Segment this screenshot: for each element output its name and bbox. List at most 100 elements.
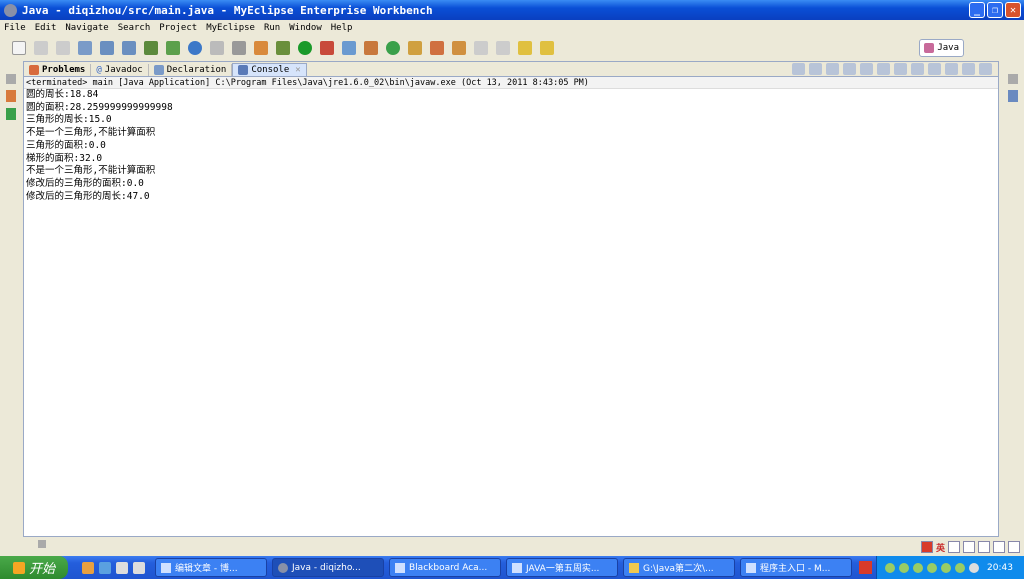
globe-icon[interactable] (188, 40, 202, 55)
tray-icon[interactable] (899, 562, 909, 573)
sogou-icon[interactable] (920, 541, 933, 553)
task-button[interactable]: Blackboard Aca... (389, 558, 501, 577)
tool-icon[interactable] (342, 40, 356, 55)
save-icon[interactable] (34, 40, 48, 55)
print-icon[interactable] (56, 40, 70, 55)
taskbar: 开始 编辑文章 - 博... Java - diqizho... Blackbo… (0, 556, 1024, 579)
deploy-icon[interactable] (100, 40, 114, 55)
tab-javadoc[interactable]: @ Javadoc (91, 64, 149, 76)
web-icon[interactable] (78, 40, 92, 55)
task-button[interactable]: JAVA一第五周实... (506, 558, 618, 577)
open-console-icon[interactable] (945, 63, 958, 75)
scroll-lock-icon[interactable] (860, 63, 873, 75)
quick-launch-icon[interactable] (133, 561, 145, 574)
task-button[interactable]: Java - diqizho... (272, 558, 384, 577)
ime-mode[interactable]: 英 (936, 541, 945, 554)
ime-icon[interactable] (993, 541, 1005, 553)
keyboard-icon[interactable] (978, 541, 990, 553)
menu-navigate[interactable]: Navigate (65, 23, 108, 33)
title-bar: Java - diqizhou/src/main.java - MyEclips… (0, 0, 1024, 20)
windows-logo-icon (12, 561, 25, 574)
tool-icon[interactable] (364, 40, 378, 55)
declaration-icon (153, 65, 164, 75)
quick-launch-icon[interactable] (116, 561, 128, 574)
debug-icon[interactable] (276, 40, 290, 55)
minimize-view-icon[interactable] (962, 63, 975, 75)
run-icon[interactable] (298, 40, 312, 55)
tool-icon[interactable] (232, 40, 246, 55)
tray-icon[interactable] (885, 562, 895, 573)
tool-icon[interactable] (386, 40, 400, 55)
ime-icon[interactable] (963, 541, 975, 553)
task-button[interactable]: 编辑文章 - 博... (155, 558, 267, 577)
server-icon[interactable] (122, 40, 136, 55)
quick-launch (82, 561, 145, 574)
close-button[interactable]: ✕ (1005, 2, 1021, 18)
tray-icon[interactable] (941, 562, 951, 573)
rocket-icon[interactable] (430, 40, 444, 55)
menu-myeclipse[interactable]: MyEclipse (206, 23, 255, 33)
restore-icon[interactable] (6, 74, 16, 84)
outline-icon[interactable] (6, 108, 16, 120)
console-output[interactable]: 圆的周长:18.84 圆的面积:28.259999999999998 三角形的周… (24, 89, 998, 203)
perspective-java[interactable]: Java (919, 39, 964, 57)
menu-file[interactable]: File (4, 23, 26, 33)
tool-icon[interactable] (496, 40, 510, 55)
at-icon: @ (96, 65, 102, 75)
menu-help[interactable]: Help (331, 23, 353, 33)
pin-console-icon[interactable] (911, 63, 924, 75)
tool-icon[interactable] (474, 40, 488, 55)
tab-declaration[interactable]: Declaration (149, 64, 233, 76)
back-icon[interactable] (518, 40, 532, 55)
java-perspective-icon (924, 43, 935, 53)
tool-icon[interactable] (210, 40, 224, 55)
open-folder-icon[interactable] (408, 40, 422, 55)
hierarchy-icon[interactable] (6, 90, 16, 102)
new-package-icon[interactable] (144, 40, 158, 55)
start-button[interactable]: 开始 (0, 556, 68, 579)
show-stderr-icon[interactable] (894, 63, 907, 75)
tray-icon[interactable] (955, 562, 965, 573)
forward-icon[interactable] (540, 40, 554, 55)
view-tabs: Problems @ Javadoc Declaration Console ✕ (24, 62, 998, 77)
sogou-icon[interactable] (859, 561, 872, 574)
task-button[interactable]: 程序主入口 - M... (740, 558, 852, 577)
tray-icon[interactable] (927, 562, 937, 573)
remove-all-icon[interactable] (826, 63, 839, 75)
ime-icon[interactable] (948, 541, 960, 553)
maximize-button[interactable]: ❐ (987, 2, 1003, 18)
minimize-button[interactable]: _ (969, 2, 985, 18)
terminate-icon[interactable] (792, 63, 805, 75)
clear-console-icon[interactable] (843, 63, 856, 75)
menu-edit[interactable]: Edit (35, 23, 57, 33)
tab-problems[interactable]: Problems (24, 64, 92, 76)
external-tools-icon[interactable] (320, 40, 334, 55)
tab-console[interactable]: Console ✕ (232, 63, 307, 76)
task-button[interactable]: G:\Java第二次\... (623, 558, 735, 577)
menu-search[interactable]: Search (118, 23, 151, 33)
maximize-view-icon[interactable] (979, 63, 992, 75)
volume-icon[interactable] (969, 562, 979, 573)
open-type-icon[interactable] (254, 40, 268, 55)
ime-icon[interactable] (1008, 541, 1020, 553)
console-line: 梯形的面积:32.0 (26, 152, 103, 164)
tool-icon[interactable] (452, 40, 466, 55)
show-stdout-icon[interactable] (877, 63, 890, 75)
quick-launch-icon[interactable] (82, 561, 94, 574)
clock[interactable]: 20:43 (987, 563, 1013, 573)
view-icon[interactable] (1008, 90, 1018, 102)
remove-launch-icon[interactable] (809, 63, 822, 75)
new-icon[interactable] (12, 40, 26, 55)
restore-icon[interactable] (1008, 74, 1018, 84)
menu-run[interactable]: Run (264, 23, 280, 33)
menu-project[interactable]: Project (159, 23, 197, 33)
close-tab-icon[interactable]: ✕ (295, 65, 300, 75)
tray-icon[interactable] (913, 562, 923, 573)
ie-icon (395, 562, 405, 573)
display-console-icon[interactable] (928, 63, 941, 75)
new-class-icon[interactable] (166, 40, 180, 55)
ie-icon[interactable] (99, 561, 111, 574)
fast-view-icon[interactable] (38, 540, 46, 548)
console-line: 圆的面积:28.259999999999998 (26, 101, 173, 113)
menu-window[interactable]: Window (289, 23, 322, 33)
